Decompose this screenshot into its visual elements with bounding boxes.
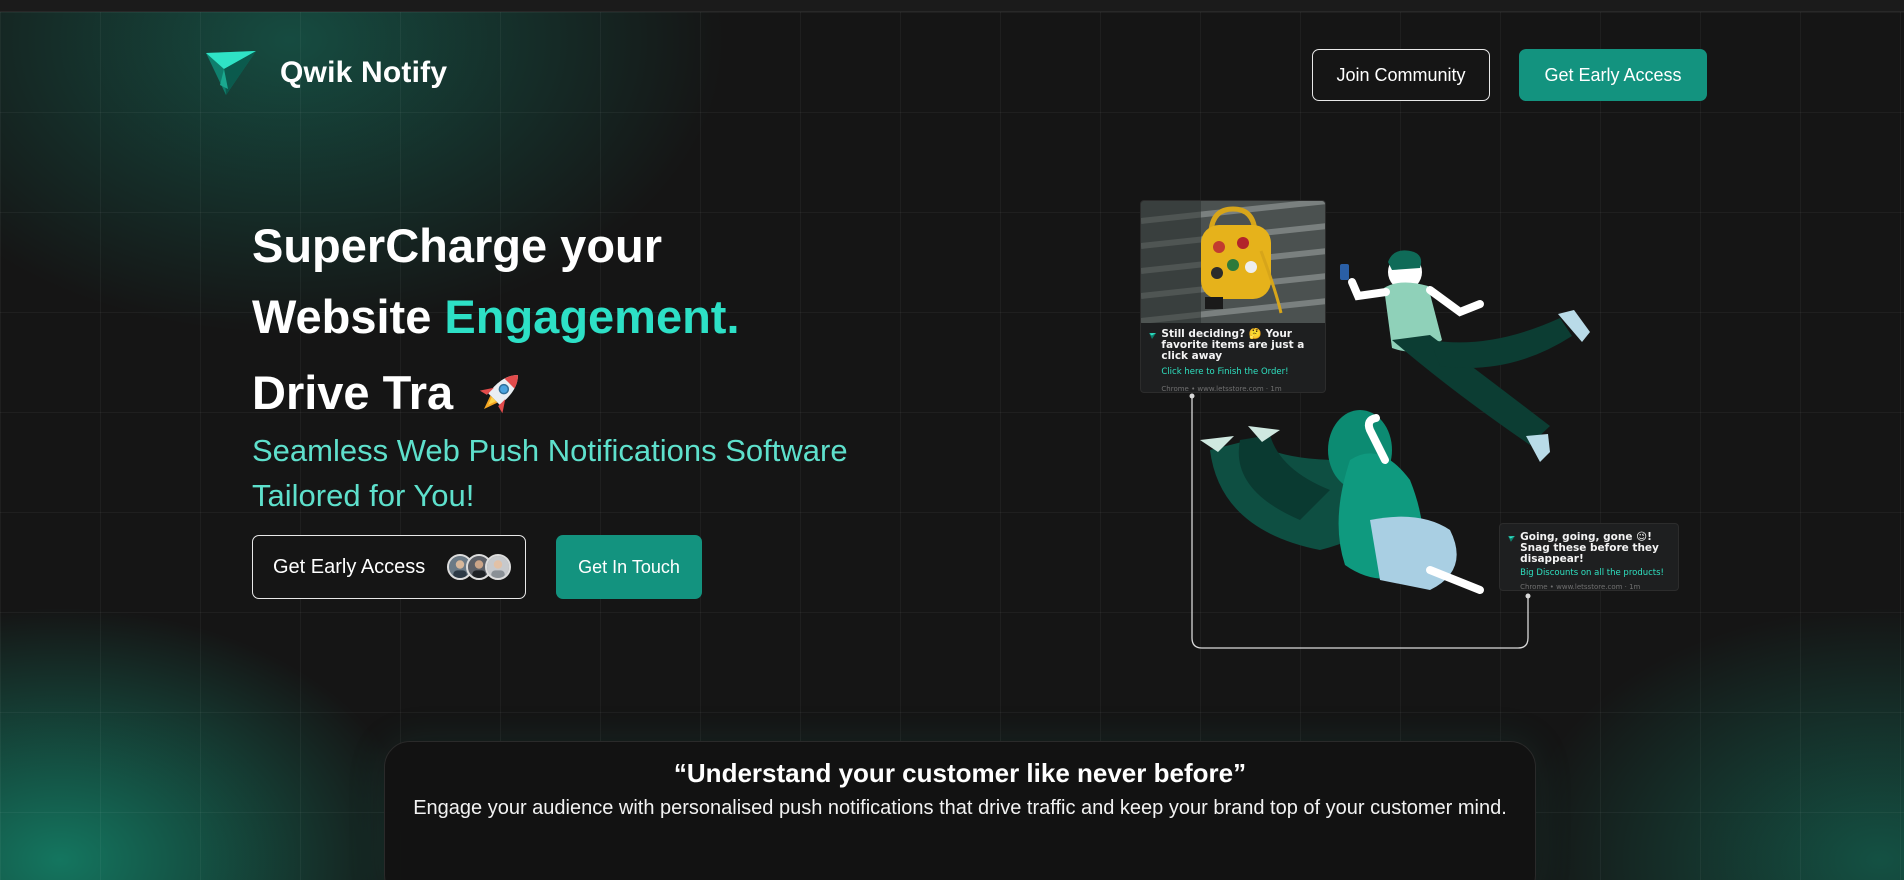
rocket-icon <box>479 375 519 414</box>
quote-title: “Understand your customer like never bef… <box>673 758 1247 788</box>
hero-heading-accent: Engagement. <box>444 290 740 343</box>
notification-title: Going, going, gone 😉! Snag these before … <box>1520 531 1659 565</box>
top-bar <box>0 0 1904 12</box>
brand-name: Qwik Notify <box>280 56 448 89</box>
notification-footer: Chrome • www.letsstore.com · 1m <box>1161 385 1282 393</box>
notification-title: Still deciding? 🤔 Your favorite items ar… <box>1161 328 1305 362</box>
paper-plane-icon <box>1508 536 1515 542</box>
hero-heading-prefix: Website <box>252 290 445 343</box>
notification-link: Big Discounts on all the products! <box>1520 568 1664 578</box>
hero-heading-line-1: SuperCharge your <box>252 219 663 272</box>
join-community-button[interactable]: Join Community <box>1312 49 1490 101</box>
quote-text: Engage your audience with personalised p… <box>413 797 1507 819</box>
avatar-group <box>447 554 512 580</box>
hero-typing-text: Drive Tra <box>252 365 454 419</box>
quote-card: “Understand your customer like never bef… <box>384 741 1536 880</box>
get-in-touch-button[interactable]: Get In Touch <box>556 535 702 599</box>
get-early-access-hero-button[interactable]: Get Early Access <box>252 535 526 599</box>
notification-link: Click here to Finish the Order! <box>1161 367 1289 377</box>
notification-footer: Chrome • www.letsstore.com · 1m <box>1520 583 1641 591</box>
hero-heading-line-2: Website Engagement. <box>252 293 740 340</box>
notification-card-2: Going, going, gone 😉! Snag these before … <box>1499 523 1679 591</box>
backpack-photo <box>1141 201 1325 323</box>
avatar-icon <box>485 554 512 580</box>
logo[interactable]: Qwik Notify <box>204 49 447 97</box>
notification-card-1: Still deciding? 🤔 Your favorite items ar… <box>1140 200 1326 393</box>
hero-illustration: Still deciding? 🤔 Your favorite items ar… <box>1130 190 1690 660</box>
hero-subtitle: Seamless Web Push Notifications Software… <box>252 433 848 513</box>
paper-plane-logo-icon <box>206 51 256 95</box>
notification-body: Still deciding? 🤔 Your favorite items ar… <box>1149 328 1319 393</box>
get-early-access-label: Get Early Access <box>273 555 426 578</box>
hero-heading-line-3: Drive Tra <box>252 364 529 420</box>
notification-body: Going, going, gone 😉! Snag these before … <box>1508 532 1672 591</box>
get-early-access-header-button[interactable]: Get Early Access <box>1519 49 1707 101</box>
paper-plane-icon <box>1149 332 1157 340</box>
